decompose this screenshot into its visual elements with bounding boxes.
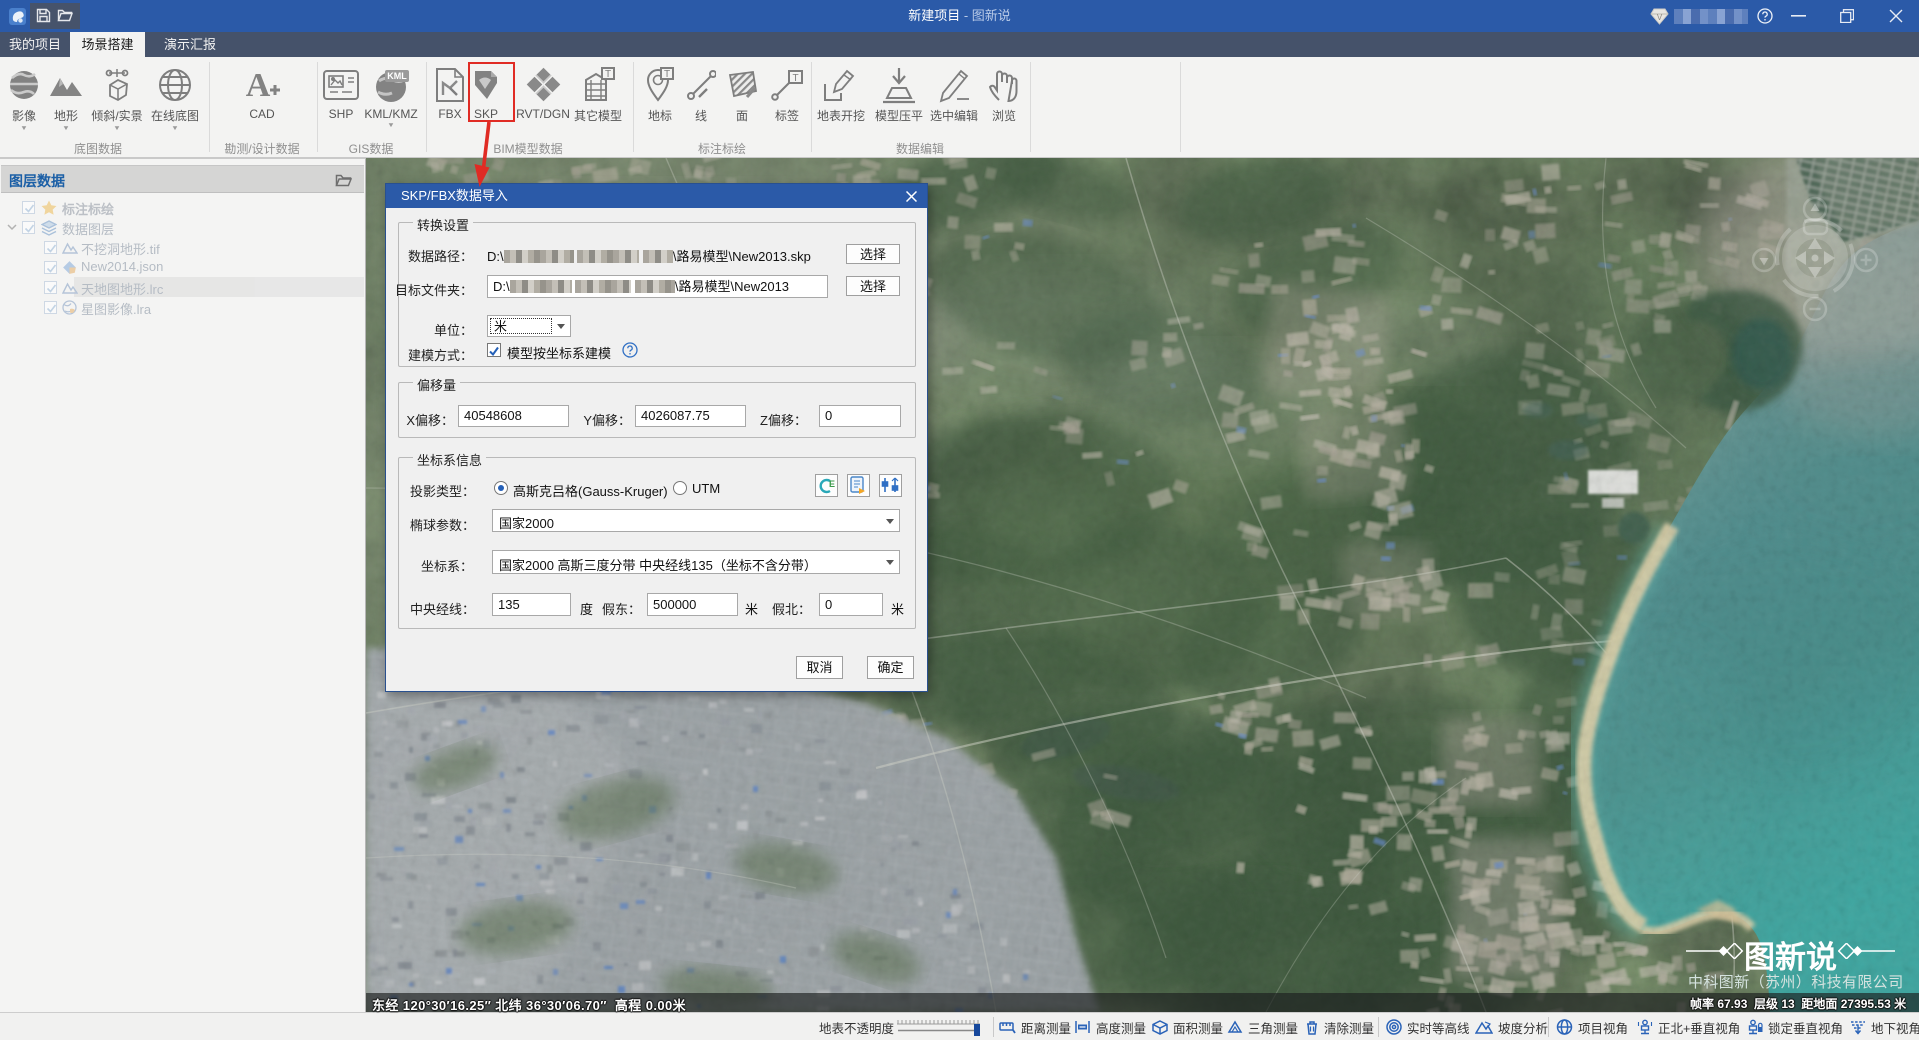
svg-text:KML: KML: [387, 71, 407, 81]
svg-text:T: T: [792, 73, 798, 84]
svg-text:E: E: [829, 479, 835, 489]
svg-text:T: T: [605, 69, 611, 80]
svg-text:A: A: [246, 67, 271, 104]
svg-text:V: V: [1657, 13, 1663, 22]
svg-text:T: T: [664, 69, 670, 80]
